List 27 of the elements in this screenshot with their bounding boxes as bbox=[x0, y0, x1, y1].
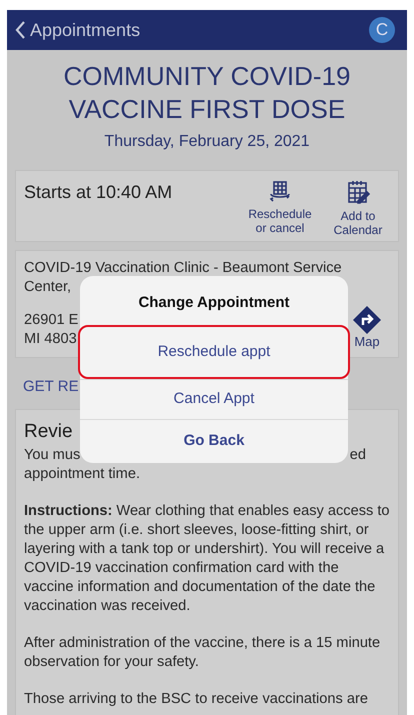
start-time: Starts at 10:40 AM bbox=[24, 181, 172, 204]
body-text: appointment time. bbox=[24, 465, 140, 484]
go-back-button[interactable]: Go Back bbox=[80, 418, 348, 463]
map-button[interactable]: Map bbox=[352, 305, 382, 349]
body-paragraph: Instructions: Wear clothing that enables easy access to the upper arm (i.e. short sleeves, loose-fitting shirt, or layering with a tank top or undershirt). You will receive a COVID-19 vaccination confirmation card with the vaccine information and documentation of the date the vaccination was received. bbox=[24, 502, 390, 616]
clinic-name: COVID-19 Vaccination Clinic - Beaumont Service bbox=[24, 259, 342, 278]
reschedule-button[interactable]: Reschedule or cancel bbox=[246, 179, 314, 237]
address-line: MI 4803 bbox=[24, 330, 77, 349]
section-heading: GET RE bbox=[23, 377, 79, 397]
directions-icon bbox=[352, 305, 382, 335]
clinic-name: Center, bbox=[24, 278, 72, 297]
body-paragraph: Those arriving to the BSC to receive vaccinations are bbox=[24, 690, 369, 709]
body-text: ed bbox=[350, 446, 367, 465]
address-line: 26901 E bbox=[24, 311, 78, 330]
calendar-pencil-icon bbox=[346, 179, 370, 205]
body-paragraph: After administration of the vaccine, there is a 15 minute observation for your safety. bbox=[24, 634, 382, 672]
back-link[interactable]: Appointments bbox=[15, 16, 140, 44]
review-heading: Revie bbox=[24, 420, 73, 444]
appointment-date: Thursday, February 25, 2021 bbox=[103, 132, 311, 152]
back-chevron-icon bbox=[15, 20, 26, 40]
add-calendar-button[interactable]: Add to Calendar bbox=[330, 179, 386, 237]
calendar-arrows-icon bbox=[268, 179, 292, 203]
dialog-option[interactable]: Reschedule appt bbox=[78, 324, 350, 379]
body-text: You mus bbox=[24, 446, 80, 465]
dialog-title: Change Appointment bbox=[137, 293, 291, 313]
page-title: COMMUNITY COVID-19 VACCINE FIRST DOSE bbox=[62, 60, 352, 126]
dialog-option[interactable]: Cancel Appt bbox=[80, 379, 348, 418]
